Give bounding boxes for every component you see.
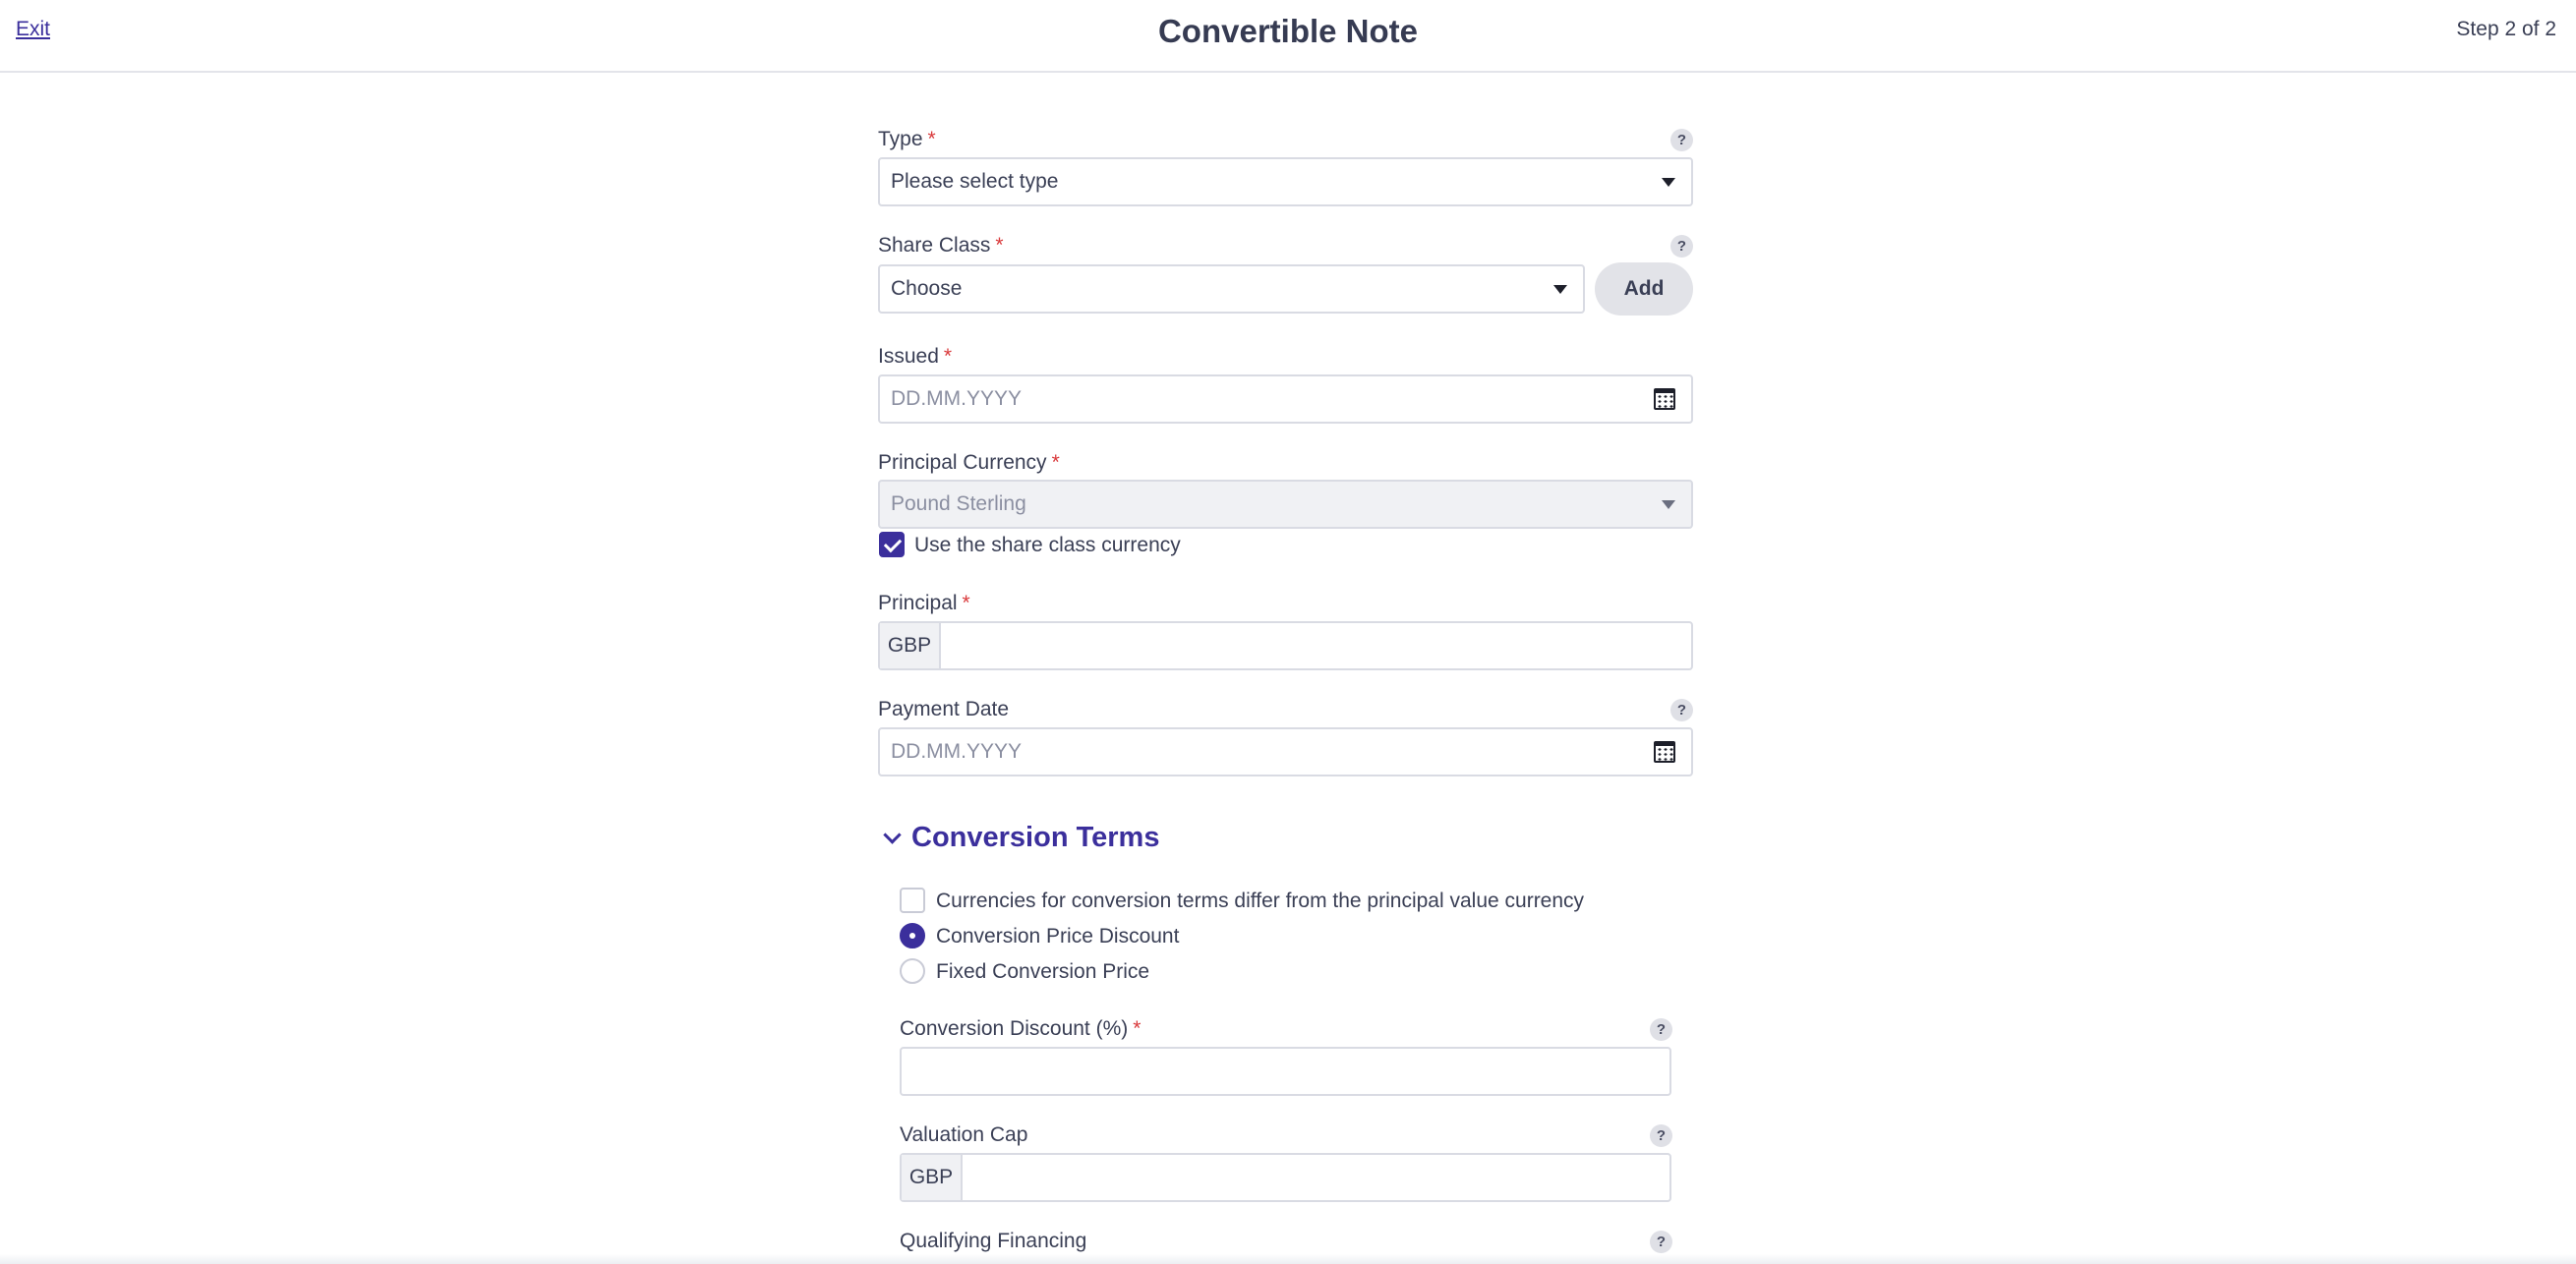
fixed-conversion-price-radio[interactable] [900, 958, 925, 984]
use-share-class-currency-label: Use the share class currency [914, 534, 1181, 556]
chevron-down-icon [1662, 500, 1675, 509]
valuation-cap-input[interactable]: GBP [900, 1153, 1671, 1202]
conversion-terms-header[interactable]: Conversion Terms [878, 822, 1694, 861]
step-indicator: Step 2 of 2 [2456, 18, 2556, 40]
principal-currency-value: Pound Sterling [891, 492, 1026, 515]
calendar-icon[interactable] [1654, 741, 1675, 763]
payment-date-help-icon[interactable]: ? [1670, 699, 1693, 721]
conversion-price-discount-label: Conversion Price Discount [936, 925, 1180, 948]
type-select-value: Please select type [891, 170, 1059, 193]
share-class-select-value: Choose [891, 277, 963, 300]
issued-date-placeholder: DD.MM.YYYY [891, 387, 1023, 410]
conversion-price-discount-radio[interactable] [900, 923, 925, 948]
chevron-down-icon [1662, 178, 1675, 187]
conversion-discount-help-icon[interactable]: ? [1650, 1018, 1672, 1041]
principal-input[interactable]: GBP [878, 621, 1693, 670]
add-share-class-button[interactable]: Add [1595, 262, 1693, 316]
principal-currency-label: Principal Currency * [878, 451, 1060, 474]
bottom-fade [0, 1254, 2576, 1264]
valuation-cap-label: Valuation Cap [900, 1123, 1028, 1146]
chevron-down-icon[interactable] [883, 826, 902, 844]
currencies-differ-checkbox[interactable] [900, 888, 925, 913]
valuation-cap-currency-addon: GBP [902, 1155, 963, 1200]
principal-label: Principal * [878, 592, 970, 614]
type-label: Type * [878, 128, 936, 150]
fixed-conversion-price-label: Fixed Conversion Price [936, 960, 1150, 983]
share-class-help-icon[interactable]: ? [1670, 235, 1693, 258]
required-mark: * [962, 592, 970, 614]
issued-label: Issued * [878, 345, 953, 368]
conversion-discount-input[interactable] [900, 1047, 1671, 1096]
required-mark: * [943, 345, 953, 368]
valuation-cap-help-icon[interactable]: ? [1650, 1124, 1672, 1147]
payment-date-label: Payment Date [878, 698, 1010, 720]
payment-date-placeholder: DD.MM.YYYY [891, 740, 1023, 763]
calendar-icon[interactable] [1654, 388, 1675, 410]
qualifying-financing-label: Qualifying Financing [900, 1230, 1087, 1252]
use-share-class-currency-checkbox[interactable] [879, 532, 905, 557]
issued-date-input[interactable]: DD.MM.YYYY [878, 374, 1693, 424]
type-help-icon[interactable]: ? [1670, 129, 1693, 151]
share-class-label: Share Class * [878, 234, 1004, 257]
principal-currency-select: Pound Sterling [878, 480, 1693, 529]
payment-date-input[interactable]: DD.MM.YYYY [878, 727, 1693, 776]
top-bar: Exit Convertible Note Step 2 of 2 [0, 0, 2576, 73]
principal-currency-addon: GBP [880, 623, 941, 668]
currencies-differ-label: Currencies for conversion terms differ f… [936, 890, 1585, 912]
conversion-terms-title[interactable]: Conversion Terms [911, 822, 1159, 854]
conversion-discount-label: Conversion Discount (%) * [900, 1017, 1142, 1040]
chevron-down-icon [1553, 285, 1567, 294]
page-title: Convertible Note [1157, 13, 1419, 49]
required-mark: * [1133, 1017, 1142, 1040]
share-class-select[interactable]: Choose [878, 264, 1585, 314]
required-mark: * [1051, 451, 1060, 474]
qualifying-financing-help-icon[interactable]: ? [1650, 1231, 1672, 1253]
required-mark: * [927, 128, 936, 150]
type-select[interactable]: Please select type [878, 157, 1693, 206]
required-mark: * [995, 234, 1004, 257]
